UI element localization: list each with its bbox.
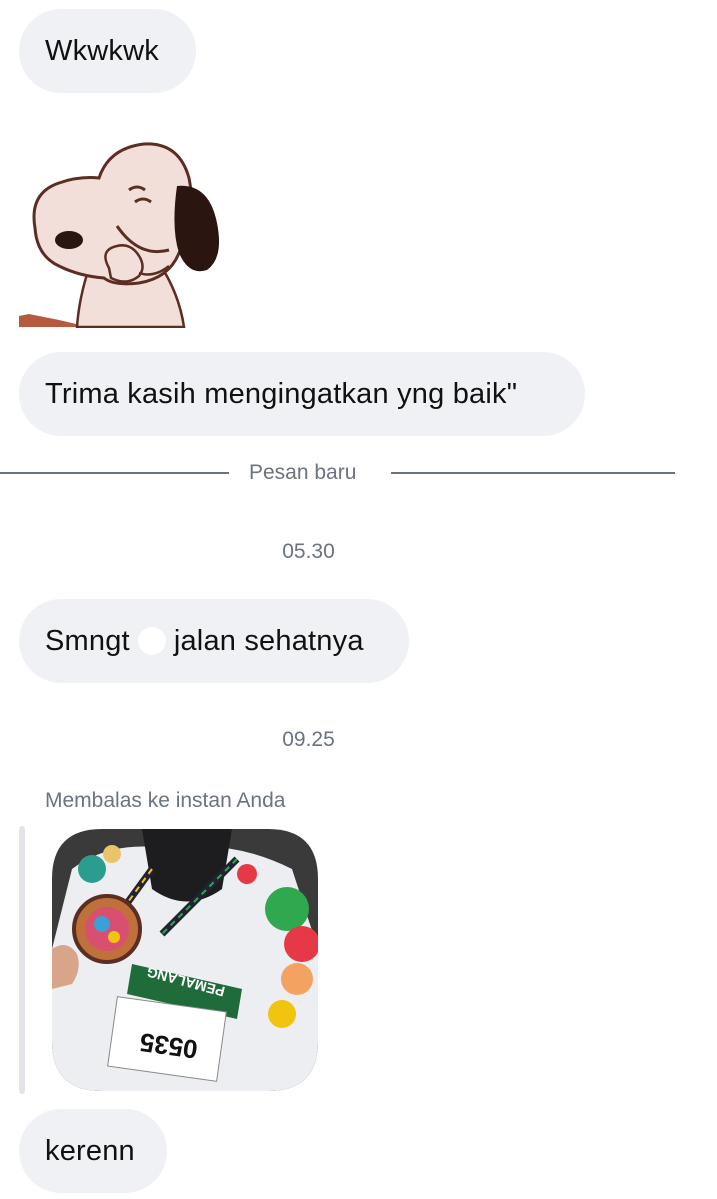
message-text: jalan sehatnya: [173, 624, 364, 657]
message-bubble[interactable]: Trima kasih mengingatkan yng baik": [19, 352, 585, 436]
replied-story-thumbnail[interactable]: 0535 PEMALANG: [52, 829, 318, 1091]
timestamp: 09.25: [282, 728, 335, 751]
message-text: Wkwkwk: [45, 34, 159, 67]
message-bubble[interactable]: Wkwkwk: [19, 9, 196, 93]
divider-line-right: [391, 472, 675, 474]
message-text: kerenn: [45, 1134, 135, 1167]
new-messages-divider-label: Pesan baru: [249, 461, 357, 484]
reply-context-label: Membalas ke instan Anda: [45, 789, 286, 812]
message-bubble[interactable]: kerenn: [19, 1109, 167, 1193]
timestamp: 05.30: [282, 540, 335, 563]
message-bubble[interactable]: Smngt jalan sehatnya: [19, 599, 409, 683]
message-text: Trima kasih mengingatkan yng baik": [45, 377, 518, 410]
reply-quote-bar: [19, 826, 25, 1094]
snoopy-sticker-icon[interactable]: [19, 138, 229, 329]
emoji-icon: [137, 627, 166, 655]
divider-line-left: [0, 472, 229, 474]
message-text: Smngt: [45, 624, 130, 657]
